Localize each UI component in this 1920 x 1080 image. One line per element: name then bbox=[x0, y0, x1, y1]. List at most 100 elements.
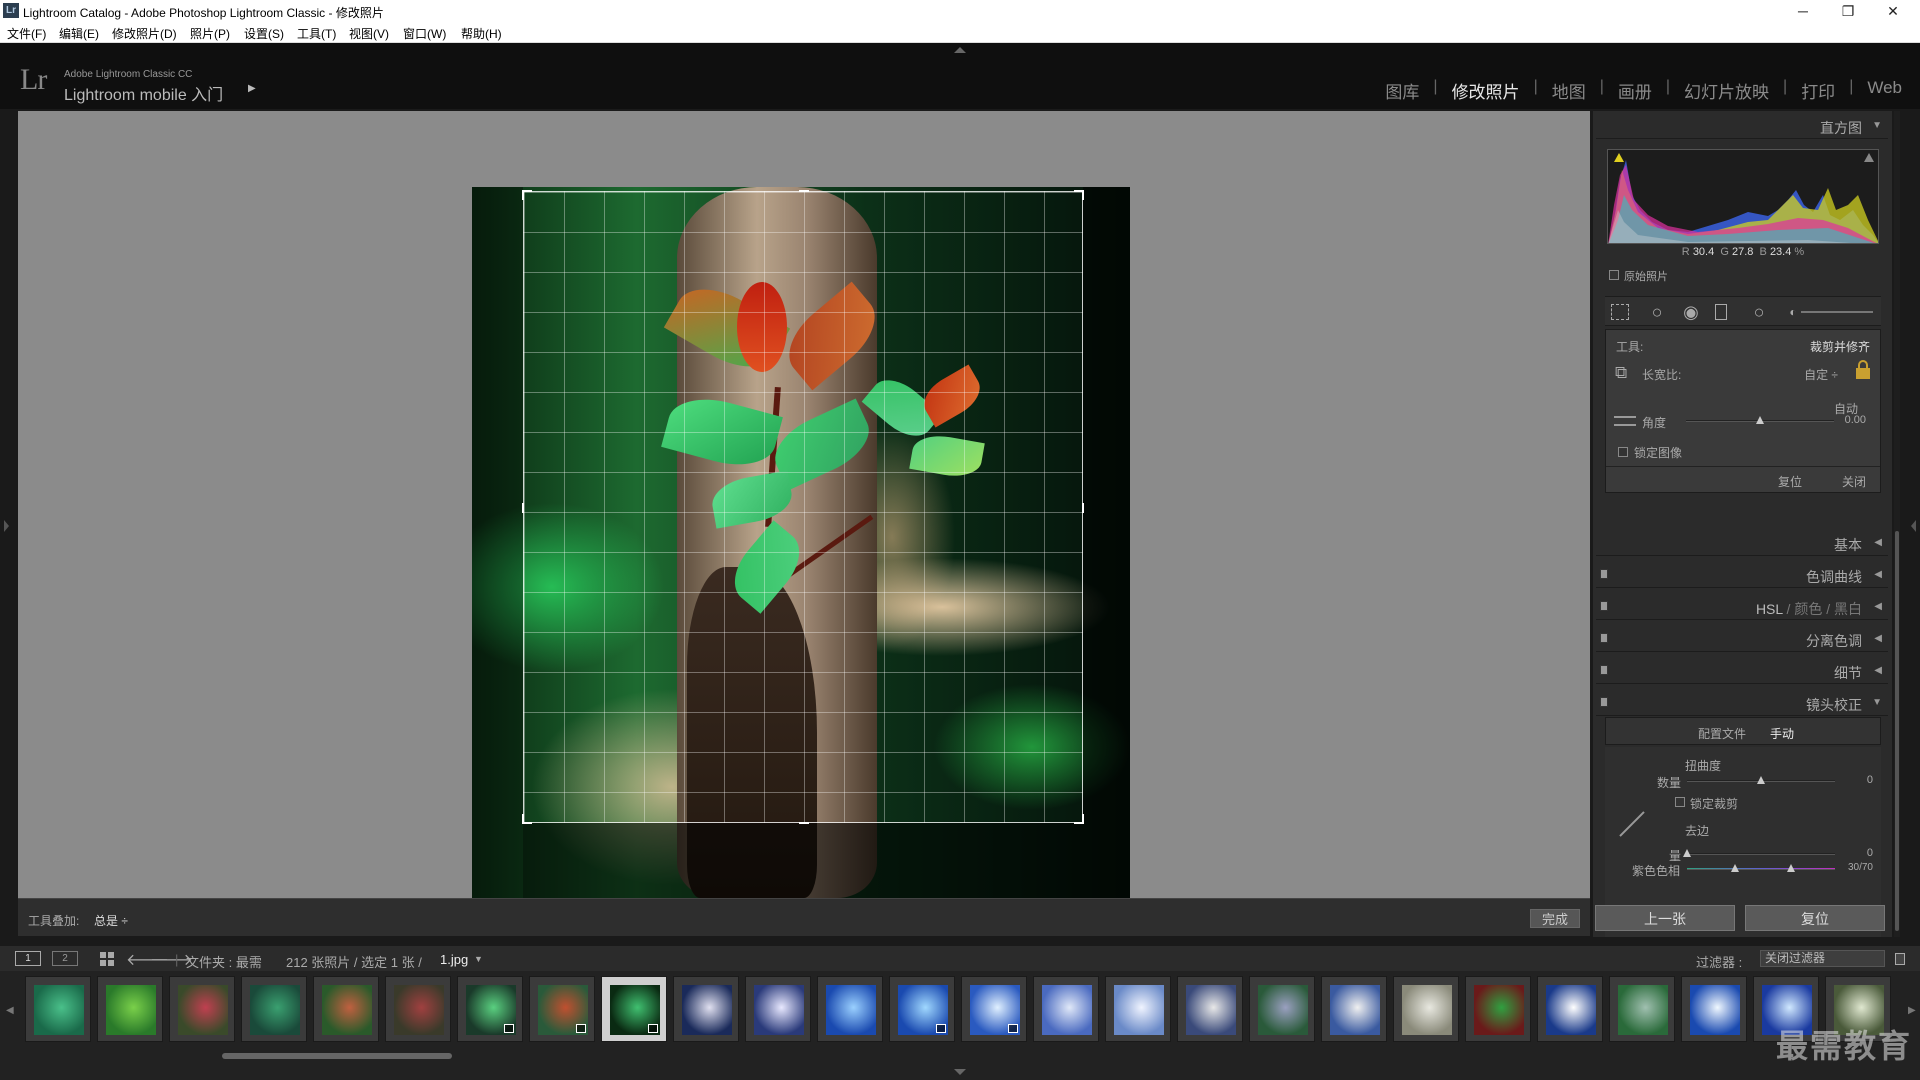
module-web[interactable]: Web bbox=[1853, 78, 1902, 103]
filename-dropdown-icon[interactable]: ▼ bbox=[474, 954, 483, 964]
purple-hue-value[interactable]: 30/70 bbox=[1848, 862, 1873, 873]
tone-curve-header[interactable]: 色调曲线 ◀ bbox=[1596, 560, 1888, 588]
right-panel-toggle-icon[interactable] bbox=[1911, 520, 1916, 532]
defringe-amount-value[interactable]: 0 bbox=[1867, 847, 1873, 859]
histogram-header[interactable]: 直方图 ▼ bbox=[1596, 111, 1888, 139]
thumbnail[interactable] bbox=[889, 976, 955, 1042]
angle-slider-thumb[interactable] bbox=[1756, 416, 1764, 424]
defringe-slider-thumb[interactable] bbox=[1683, 849, 1691, 857]
detail-header[interactable]: 细节 ◀ bbox=[1596, 656, 1888, 684]
crop-tool-icon[interactable] bbox=[1611, 304, 1629, 320]
mobile-getting-started[interactable]: Lightroom mobile 入门 bbox=[64, 81, 223, 105]
shadow-clipping-icon[interactable] bbox=[1614, 153, 1624, 162]
top-panel-toggle-icon[interactable] bbox=[954, 47, 966, 53]
tool-overlay-select[interactable]: 总是 ÷ bbox=[94, 912, 128, 929]
hsl-header[interactable]: HSL / 颜色 / 黑白 ◀ bbox=[1596, 592, 1888, 620]
image-canvas[interactable] bbox=[18, 111, 1590, 898]
panel-switch[interactable] bbox=[1600, 601, 1608, 611]
filmstrip-right-icon[interactable]: ▶ bbox=[1908, 1005, 1916, 1016]
scrollbar-thumb[interactable] bbox=[1895, 531, 1899, 931]
close-button[interactable]: ✕ bbox=[1878, 2, 1908, 20]
constrain-crop-checkbox[interactable] bbox=[1675, 797, 1685, 807]
thumbnail-selected[interactable] bbox=[601, 976, 667, 1042]
menu-help[interactable]: 帮助(H) bbox=[461, 25, 502, 42]
constrain-image-checkbox[interactable] bbox=[1618, 447, 1628, 457]
thumbnail[interactable] bbox=[1033, 976, 1099, 1042]
crop-handle-top-right[interactable] bbox=[1074, 190, 1084, 200]
thumbnail[interactable] bbox=[745, 976, 811, 1042]
thumbnail[interactable] bbox=[241, 976, 307, 1042]
thumbnail[interactable] bbox=[457, 976, 523, 1042]
crop-handle-top[interactable] bbox=[799, 190, 809, 192]
filter-select[interactable]: 关闭过滤器 bbox=[1760, 950, 1885, 967]
thumbnail[interactable] bbox=[1537, 976, 1603, 1042]
graduated-filter-icon[interactable] bbox=[1715, 304, 1727, 320]
menu-window[interactable]: 窗口(W) bbox=[403, 25, 446, 42]
menu-tools[interactable]: 工具(T) bbox=[297, 25, 336, 42]
menu-photo[interactable]: 照片(P) bbox=[190, 25, 230, 42]
purple-hue-thumb-left[interactable] bbox=[1731, 864, 1739, 872]
radial-filter-icon[interactable]: ○ bbox=[1749, 302, 1769, 322]
thumbnail[interactable] bbox=[25, 976, 91, 1042]
crop-handle-right[interactable] bbox=[1082, 503, 1084, 513]
split-toning-header[interactable]: 分离色调 ◀ bbox=[1596, 624, 1888, 652]
crop-frame-icon[interactable]: ⧉ bbox=[1615, 363, 1635, 383]
crop-handle-bottom-right[interactable] bbox=[1074, 814, 1084, 824]
red-eye-icon[interactable]: ◉ bbox=[1681, 302, 1701, 322]
module-print[interactable]: 打印 bbox=[1787, 78, 1849, 103]
histogram[interactable] bbox=[1607, 149, 1879, 244]
panel-switch[interactable] bbox=[1600, 633, 1608, 643]
thumbnail[interactable] bbox=[817, 976, 883, 1042]
tab-profile[interactable]: 配置文件 bbox=[1698, 725, 1746, 742]
menu-view[interactable]: 视图(V) bbox=[349, 25, 389, 42]
thumbnail[interactable] bbox=[673, 976, 739, 1042]
module-map[interactable]: 地图 bbox=[1538, 78, 1600, 103]
crop-reset-button[interactable]: 复位 bbox=[1778, 473, 1802, 490]
folder-source[interactable]: 文件夹 : 最需 bbox=[186, 952, 262, 971]
done-button[interactable]: 完成 bbox=[1530, 909, 1580, 928]
filter-lock-icon[interactable] bbox=[1895, 953, 1905, 965]
thumbnail[interactable] bbox=[313, 976, 379, 1042]
thumbnail[interactable] bbox=[529, 976, 595, 1042]
distortion-amount-slider[interactable] bbox=[1687, 776, 1835, 784]
crop-handle-top-left[interactable] bbox=[522, 190, 532, 200]
crop-handle-bottom-left[interactable] bbox=[522, 814, 532, 824]
purple-hue-slider[interactable] bbox=[1687, 864, 1835, 872]
thumbnail[interactable] bbox=[1177, 976, 1243, 1042]
menu-file[interactable]: 文件(F) bbox=[7, 25, 46, 42]
filmstrip-scrollbar[interactable] bbox=[222, 1053, 452, 1059]
menu-develop[interactable]: 修改照片(D) bbox=[112, 25, 177, 42]
thumbnail[interactable] bbox=[961, 976, 1027, 1042]
fringe-selector-icon[interactable] bbox=[1619, 811, 1645, 837]
thumbnail[interactable] bbox=[169, 976, 235, 1042]
distortion-amount-value[interactable]: 0 bbox=[1867, 774, 1873, 786]
adjustment-brush-icon[interactable]: ◐ bbox=[1783, 302, 1803, 322]
restore-button[interactable]: ❐ bbox=[1833, 2, 1863, 20]
crop-close-button[interactable]: 关闭 bbox=[1842, 473, 1866, 490]
basic-header[interactable]: 基本 ◀ bbox=[1596, 528, 1888, 556]
thumbnail[interactable] bbox=[1249, 976, 1315, 1042]
filmstrip-left-icon[interactable]: ◀ bbox=[6, 1005, 14, 1016]
thumbnail[interactable] bbox=[1105, 976, 1171, 1042]
purple-hue-thumb-right[interactable] bbox=[1787, 864, 1795, 872]
grid-view-icon[interactable] bbox=[100, 952, 114, 966]
menu-edit[interactable]: 编辑(E) bbox=[59, 25, 99, 42]
lens-corrections-header[interactable]: 镜头校正 ▼ bbox=[1596, 688, 1888, 716]
module-slideshow[interactable]: 幻灯片放映 bbox=[1670, 78, 1783, 103]
aspect-lock-icon[interactable] bbox=[1856, 360, 1870, 380]
photo-preview[interactable] bbox=[472, 187, 1130, 898]
panel-switch[interactable] bbox=[1600, 697, 1608, 707]
current-filename[interactable]: 1.jpg bbox=[440, 952, 468, 967]
thumbnail[interactable] bbox=[1393, 976, 1459, 1042]
secondary-window-button[interactable]: 2 bbox=[52, 951, 78, 966]
tab-color[interactable]: 颜色 bbox=[1794, 601, 1822, 617]
panel-switch[interactable] bbox=[1600, 569, 1608, 579]
aspect-select[interactable]: 自定 ÷ bbox=[1804, 366, 1838, 383]
thumbnail[interactable] bbox=[1465, 976, 1531, 1042]
thumbnail[interactable] bbox=[385, 976, 451, 1042]
previous-button[interactable]: 上一张 bbox=[1595, 905, 1735, 931]
thumbnail[interactable] bbox=[97, 976, 163, 1042]
module-develop[interactable]: 修改照片 bbox=[1438, 78, 1534, 103]
spot-removal-icon[interactable]: ○ bbox=[1647, 302, 1667, 322]
panel-switch[interactable] bbox=[1600, 665, 1608, 675]
